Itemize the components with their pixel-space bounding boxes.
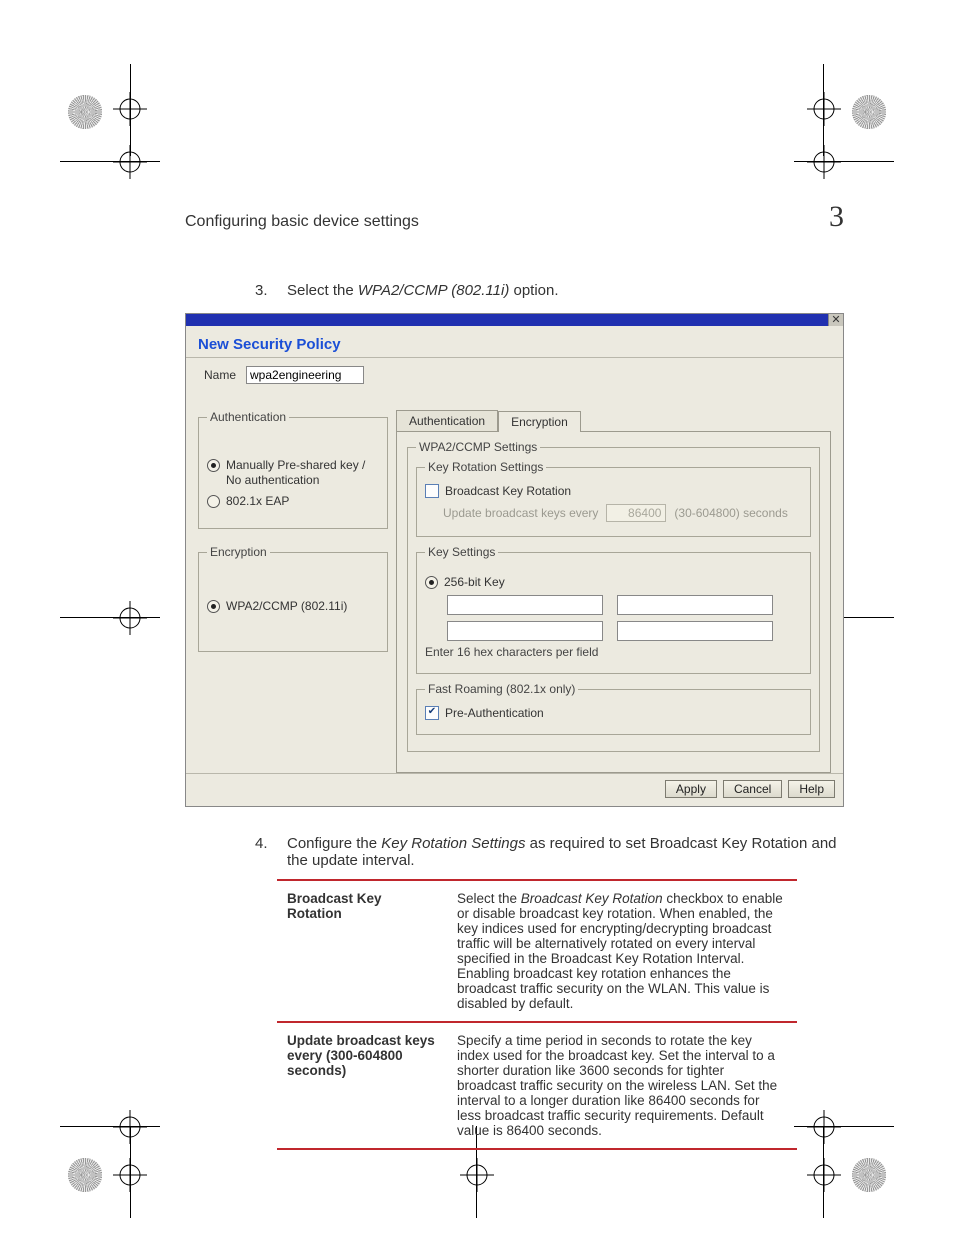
- step-number: 4.: [255, 835, 273, 869]
- setting-name: Broadcast Key Rotation: [277, 880, 447, 1022]
- registration-mark-icon: [460, 1158, 494, 1192]
- update-broadcast-row: Update broadcast keys every 86400 (30-60…: [443, 504, 802, 522]
- radio-label: Manually Pre-shared key / No authenticat…: [226, 458, 379, 488]
- pre-authentication-checkbox[interactable]: Pre-Authentication: [425, 706, 802, 720]
- fast-roaming-legend: Fast Roaming (802.1x only): [425, 682, 578, 696]
- crop-line: [60, 1126, 160, 1127]
- crop-line: [60, 617, 160, 618]
- setting-description: Specify a time period in seconds to rota…: [447, 1022, 797, 1149]
- print-ornament: [849, 92, 889, 132]
- key-field-1[interactable]: [447, 595, 603, 615]
- name-input[interactable]: [246, 366, 364, 384]
- key-256bit-radio[interactable]: 256-bit Key: [425, 575, 802, 589]
- setting-description: Select the Broadcast Key Rotation checkb…: [447, 880, 797, 1022]
- tab-encryption[interactable]: Encryption: [498, 411, 581, 432]
- update-range-text: (30-604800) seconds: [674, 506, 787, 520]
- registration-mark-icon: [807, 145, 841, 179]
- new-security-policy-dialog: ✕ New Security Policy Name Authenticatio…: [185, 313, 844, 807]
- key-settings-legend: Key Settings: [425, 545, 498, 559]
- settings-description-table: Broadcast Key Rotation Select the Broadc…: [277, 879, 797, 1150]
- registration-mark-icon: [113, 92, 147, 126]
- step-text: Select the WPA2/CCMP (802.11i) option.: [287, 282, 559, 299]
- registration-mark-icon: [807, 92, 841, 126]
- dialog-footer: Apply Cancel Help: [186, 773, 843, 806]
- key-field-4[interactable]: [617, 621, 773, 641]
- key-field-2[interactable]: [617, 595, 773, 615]
- radio-label: 802.1x EAP: [226, 494, 289, 508]
- table-row: Update broadcast keys every (300-604800 …: [277, 1022, 797, 1149]
- registration-mark-icon: [113, 601, 147, 635]
- authentication-group: Authentication Manually Pre-shared key /…: [198, 410, 388, 529]
- crop-line: [130, 1126, 131, 1218]
- tab-authentication[interactable]: Authentication: [396, 410, 498, 431]
- print-ornament: [65, 92, 105, 132]
- encryption-group: Encryption WPA2/CCMP (802.11i): [198, 545, 388, 652]
- setting-name: Update broadcast keys every (300-604800 …: [277, 1022, 447, 1149]
- apply-button[interactable]: Apply: [665, 780, 717, 798]
- key-rotation-settings: Key Rotation Settings Broadcast Key Rota…: [416, 460, 811, 537]
- update-label: Update broadcast keys every: [443, 506, 598, 520]
- tab-row: Authentication Encryption: [396, 410, 831, 431]
- checkbox-icon: [425, 484, 439, 498]
- step-number: 3.: [255, 282, 273, 299]
- crop-line: [60, 161, 160, 162]
- radio-icon: [207, 600, 220, 613]
- step-3: 3. Select the WPA2/CCMP (802.11i) option…: [255, 282, 844, 299]
- cancel-button[interactable]: Cancel: [723, 780, 782, 798]
- crop-line: [130, 64, 131, 156]
- registration-mark-icon: [113, 145, 147, 179]
- radio-icon: [207, 495, 220, 508]
- wpa2-ccmp-legend: WPA2/CCMP Settings: [416, 440, 540, 454]
- key-rotation-legend: Key Rotation Settings: [425, 460, 546, 474]
- auth-8021x-radio[interactable]: 802.1x EAP: [207, 494, 379, 508]
- close-icon[interactable]: ✕: [828, 314, 843, 326]
- registration-mark-icon: [807, 1158, 841, 1192]
- radio-icon: [425, 576, 438, 589]
- help-button[interactable]: Help: [788, 780, 835, 798]
- dialog-titlebar: ✕: [186, 314, 843, 326]
- authentication-legend: Authentication: [207, 410, 289, 424]
- key-hint-text: Enter 16 hex characters per field: [425, 645, 802, 659]
- fast-roaming-settings: Fast Roaming (802.1x only) Pre-Authentic…: [416, 682, 811, 735]
- page-header-title: Configuring basic device settings: [185, 213, 419, 231]
- key-field-3[interactable]: [447, 621, 603, 641]
- checkbox-icon: [425, 706, 439, 720]
- auth-preshared-radio[interactable]: Manually Pre-shared key / No authenticat…: [207, 458, 379, 488]
- checkbox-label: Broadcast Key Rotation: [445, 484, 571, 498]
- step-text: Configure the Key Rotation Settings as r…: [287, 835, 844, 869]
- crop-line: [794, 161, 894, 162]
- registration-mark-icon: [113, 1158, 147, 1192]
- radio-icon: [207, 459, 220, 472]
- dialog-title: New Security Policy: [186, 326, 843, 358]
- radio-label: 256-bit Key: [444, 575, 505, 589]
- name-label: Name: [204, 368, 236, 382]
- wpa2-ccmp-settings: WPA2/CCMP Settings Key Rotation Settings…: [407, 440, 820, 752]
- print-ornament: [849, 1155, 889, 1195]
- key-settings: Key Settings 256-bit Key: [416, 545, 811, 674]
- broadcast-key-rotation-checkbox[interactable]: Broadcast Key Rotation: [425, 484, 802, 498]
- crop-line: [823, 64, 824, 156]
- step-4: 4. Configure the Key Rotation Settings a…: [255, 835, 844, 869]
- enc-wpa2-radio[interactable]: WPA2/CCMP (802.11i): [207, 599, 379, 613]
- update-interval-input[interactable]: 86400: [606, 504, 666, 522]
- table-row: Broadcast Key Rotation Select the Broadc…: [277, 880, 797, 1022]
- radio-label: WPA2/CCMP (802.11i): [226, 599, 347, 613]
- encryption-tab-panel: WPA2/CCMP Settings Key Rotation Settings…: [396, 431, 831, 773]
- registration-mark-icon: [113, 1110, 147, 1144]
- encryption-legend: Encryption: [207, 545, 270, 559]
- chapter-number: 3: [829, 200, 844, 234]
- checkbox-label: Pre-Authentication: [445, 706, 544, 720]
- print-ornament: [65, 1155, 105, 1195]
